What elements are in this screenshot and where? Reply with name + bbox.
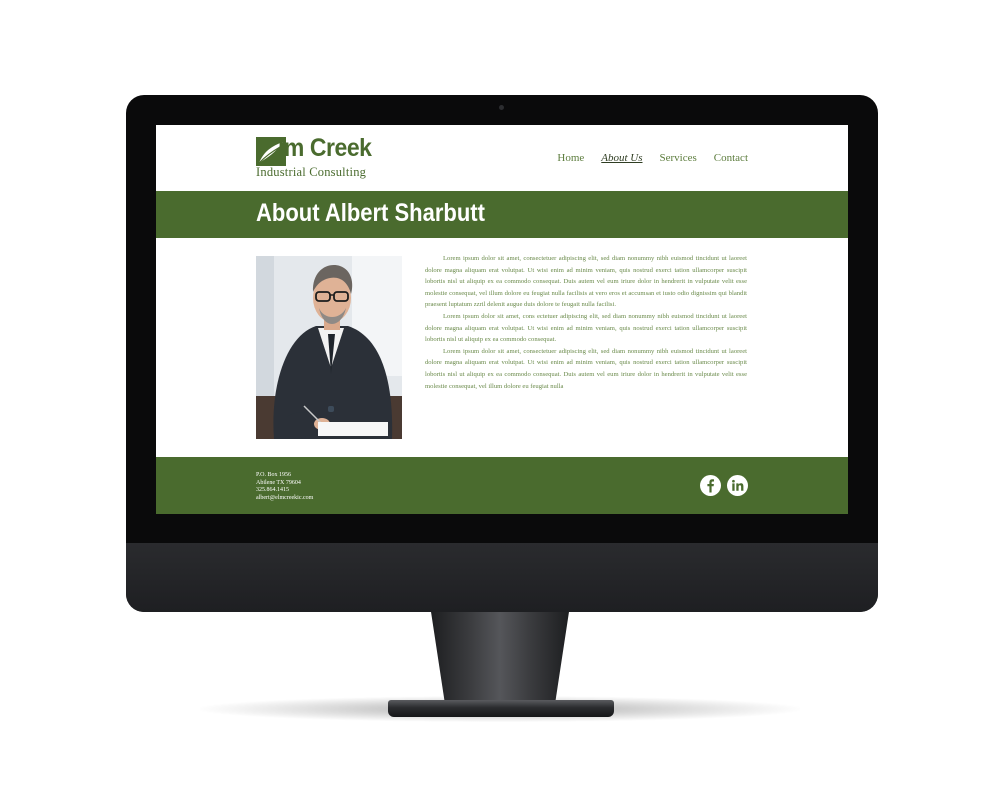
main-nav: Home About Us Services Contact bbox=[557, 152, 748, 164]
phone-number: 325.864.1415 bbox=[256, 487, 289, 494]
social-links bbox=[700, 475, 748, 496]
page-banner: About Albert Sharbutt bbox=[156, 191, 848, 238]
elm-creek-logo[interactable]: lm Creek Industrial Consulting bbox=[256, 134, 378, 181]
monitor-stand-base bbox=[388, 700, 614, 717]
bio-paragraph: Lorem ipsum dolor sit amet, consectetuer… bbox=[425, 347, 747, 390]
site-header: lm Creek Industrial Consulting Home Abou… bbox=[156, 125, 848, 191]
portrait-photo bbox=[256, 256, 402, 439]
website-screen: lm Creek Industrial Consulting Home Abou… bbox=[156, 125, 848, 514]
logo-title: lm Creek bbox=[278, 134, 372, 163]
nav-contact[interactable]: Contact bbox=[714, 152, 748, 164]
nav-home[interactable]: Home bbox=[557, 152, 584, 164]
address-line: P.O. Box 1956 bbox=[256, 472, 292, 478]
page-title: About Albert Sharbutt bbox=[256, 199, 485, 227]
bio-paragraph: Lorem ipsum dolor sit amet, consectetuer… bbox=[425, 255, 747, 309]
monitor-frame: lm Creek Industrial Consulting Home Abou… bbox=[126, 95, 878, 612]
facebook-icon[interactable] bbox=[700, 475, 721, 496]
bio-paragraph: Lorem ipsum dolor sit amet, cons ectetue… bbox=[425, 312, 747, 344]
site-footer: P.O. Box 1956 Abilene TX 79604 325.864.1… bbox=[156, 457, 848, 514]
camera-icon bbox=[499, 105, 504, 110]
nav-about-us[interactable]: About Us bbox=[601, 152, 642, 164]
monitor-stand-neck bbox=[430, 611, 570, 706]
nav-services[interactable]: Services bbox=[660, 152, 697, 164]
bio-text: Lorem ipsum dolor sit amet, consectetuer… bbox=[425, 253, 747, 392]
logo-subtitle: Industrial Consulting bbox=[256, 165, 367, 179]
contact-address: P.O. Box 1956 Abilene TX 79604 325.864.1… bbox=[256, 472, 313, 502]
logo-title-text: lm Creek bbox=[278, 134, 372, 162]
email-link[interactable]: albert@elmcreekic.com bbox=[256, 495, 313, 503]
linkedin-icon[interactable] bbox=[727, 475, 748, 496]
monitor-chin bbox=[126, 543, 878, 612]
address-line: Abilene TX 79604 bbox=[256, 479, 301, 486]
